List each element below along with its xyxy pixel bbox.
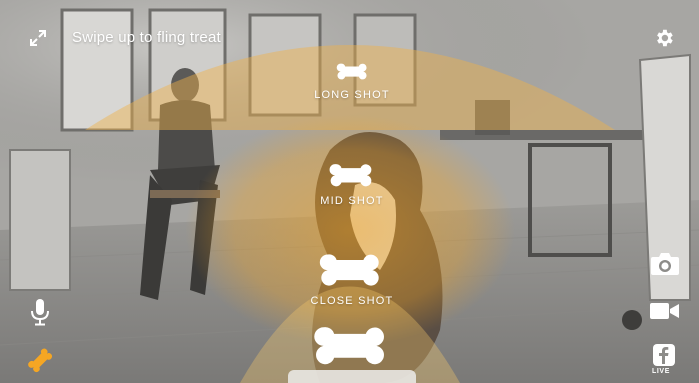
bone-icon [314, 326, 384, 364]
bone-icon [336, 63, 367, 80]
swipe-hint: Swipe up to fling treat [72, 29, 221, 46]
treat-launch-pad [288, 370, 416, 383]
microphone-icon [31, 299, 49, 326]
mid-shot-treat[interactable] [322, 158, 380, 190]
settings-button[interactable] [650, 24, 678, 52]
mid-shot-label: MID SHOT [320, 195, 384, 207]
expand-icon [30, 30, 46, 46]
treat-selector-button[interactable] [24, 344, 56, 376]
bone-icon [329, 163, 372, 186]
microphone-button[interactable] [26, 296, 54, 328]
long-shot-treat[interactable] [330, 58, 374, 84]
close-shot-treat[interactable] [312, 248, 388, 290]
facebook-live-button[interactable] [651, 343, 677, 367]
facebook-icon [653, 344, 675, 366]
gear-icon [657, 29, 673, 47]
expand-button[interactable] [24, 24, 52, 52]
bone-icon [319, 254, 379, 286]
long-shot-label: LONG SHOT [314, 89, 390, 101]
bone-icon [28, 348, 53, 373]
record-video-button[interactable] [648, 298, 682, 324]
treat-drag-handle[interactable] [308, 320, 392, 368]
camera-screen: Swipe up to fling treat LONG SHOT MID SH… [0, 0, 699, 383]
close-shot-label: CLOSE SHOT [310, 295, 394, 307]
take-photo-button[interactable] [648, 249, 682, 279]
camera-icon [651, 253, 679, 275]
video-camera-icon [650, 303, 679, 319]
facebook-live-label: LIVE [652, 368, 670, 375]
